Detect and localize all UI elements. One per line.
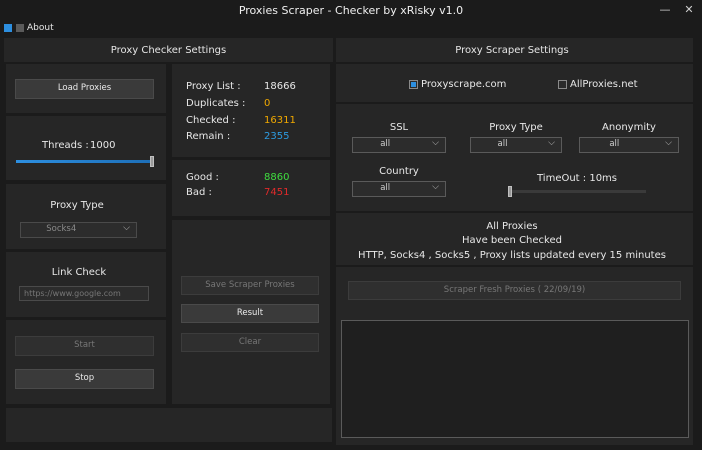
checked-value: 16311	[264, 115, 296, 126]
menu-icon	[16, 24, 24, 32]
ssl-value: all	[380, 139, 391, 149]
allproxies-label[interactable]: AllProxies.net	[570, 79, 638, 90]
timeout-label: TimeOut : 10ms	[537, 173, 618, 184]
scraper-proxy-type-value: all	[497, 139, 508, 149]
start-button[interactable]: Start	[15, 336, 154, 356]
proxyscrape-checkbox[interactable]	[409, 80, 418, 89]
link-check-input[interactable]: https://www.google.com	[19, 286, 149, 301]
anonymity-label: Anonymity	[602, 122, 656, 133]
ssl-select[interactable]: all ⌵	[352, 137, 446, 153]
load-proxies-button[interactable]: Load Proxies	[15, 79, 154, 99]
allproxies-checkbox[interactable]	[558, 80, 567, 89]
link-check-label: Link Check	[51, 267, 107, 278]
country-value: all	[380, 183, 391, 193]
counts-cell	[172, 64, 330, 157]
threads-slider-fill	[16, 160, 150, 163]
proxy-list-label: Proxy List :	[186, 81, 241, 92]
duplicates-label: Duplicates :	[186, 98, 246, 109]
chevron-down-icon: ⌵	[665, 138, 672, 148]
duplicates-value: 0	[264, 98, 271, 109]
scraper-output-textarea[interactable]	[341, 320, 689, 438]
scraper-proxy-type-select[interactable]: all ⌵	[470, 137, 562, 153]
country-label: Country	[379, 166, 419, 177]
checked-label: Checked :	[186, 115, 236, 126]
chevron-down-icon: ⌵	[123, 223, 130, 233]
checker-heading: Proxy Checker Settings	[110, 45, 227, 56]
scraper-heading: Proxy Scraper Settings	[455, 45, 569, 56]
good-value: 8860	[264, 172, 290, 183]
minimize-button[interactable]: —	[657, 3, 673, 16]
anonymity-value: all	[609, 139, 620, 149]
window-title: Proxies Scraper - Checker by xRisky v1.0	[238, 4, 464, 17]
good-label: Good :	[186, 172, 219, 183]
proxyscrape-label[interactable]: Proxyscrape.com	[421, 79, 506, 90]
checker-proxy-type-select[interactable]: Socks4 ⌵	[20, 222, 137, 238]
checker-proxy-type-value: Socks4	[46, 224, 77, 234]
save-scraper-proxies-button[interactable]: Save Scraper Proxies	[181, 276, 319, 295]
chevron-down-icon: ⌵	[432, 138, 439, 148]
info-line-2: Have been Checked	[462, 235, 562, 246]
remain-label: Remain :	[186, 131, 231, 142]
menu-about[interactable]: About	[27, 23, 54, 33]
threads-value: 1000	[90, 140, 116, 151]
control-cell	[6, 320, 166, 404]
scraper-proxy-type-label: Proxy Type	[489, 122, 543, 133]
close-button[interactable]: ✕	[681, 3, 697, 16]
threads-slider-thumb[interactable]	[150, 156, 154, 167]
clear-button[interactable]: Clear	[181, 333, 319, 352]
stop-button[interactable]: Stop	[15, 369, 154, 389]
result-button[interactable]: Result	[181, 304, 319, 323]
bad-label: Bad :	[186, 187, 212, 198]
ssl-label: SSL	[389, 122, 409, 133]
info-line-3: HTTP, Socks4 , Socks5 , Proxy lists upda…	[358, 250, 666, 261]
link-check-cell	[6, 252, 166, 317]
proxy-type-cell	[6, 184, 166, 249]
threads-slider[interactable]	[16, 156, 154, 167]
info-line-1: All Proxies	[486, 221, 538, 232]
chevron-down-icon: ⌵	[432, 182, 439, 192]
app-icon	[4, 24, 12, 32]
proxy-list-value: 18666	[264, 81, 296, 92]
country-select[interactable]: all ⌵	[352, 181, 446, 197]
sources-cell	[336, 64, 693, 102]
anonymity-select[interactable]: all ⌵	[579, 137, 679, 153]
timeout-slider[interactable]	[508, 186, 646, 197]
proxy-type-label: Proxy Type	[50, 200, 104, 211]
chevron-down-icon: ⌵	[548, 138, 555, 148]
threads-label: Threads :	[42, 140, 89, 151]
status-bar-cell	[6, 408, 332, 442]
timeout-slider-thumb[interactable]	[508, 186, 512, 197]
bad-value: 7451	[264, 187, 290, 198]
remain-value: 2355	[264, 131, 290, 142]
scraper-fresh-proxies-button[interactable]: Scraper Fresh Proxies ( 22/09/19)	[348, 281, 681, 300]
menu-bar	[0, 21, 702, 35]
